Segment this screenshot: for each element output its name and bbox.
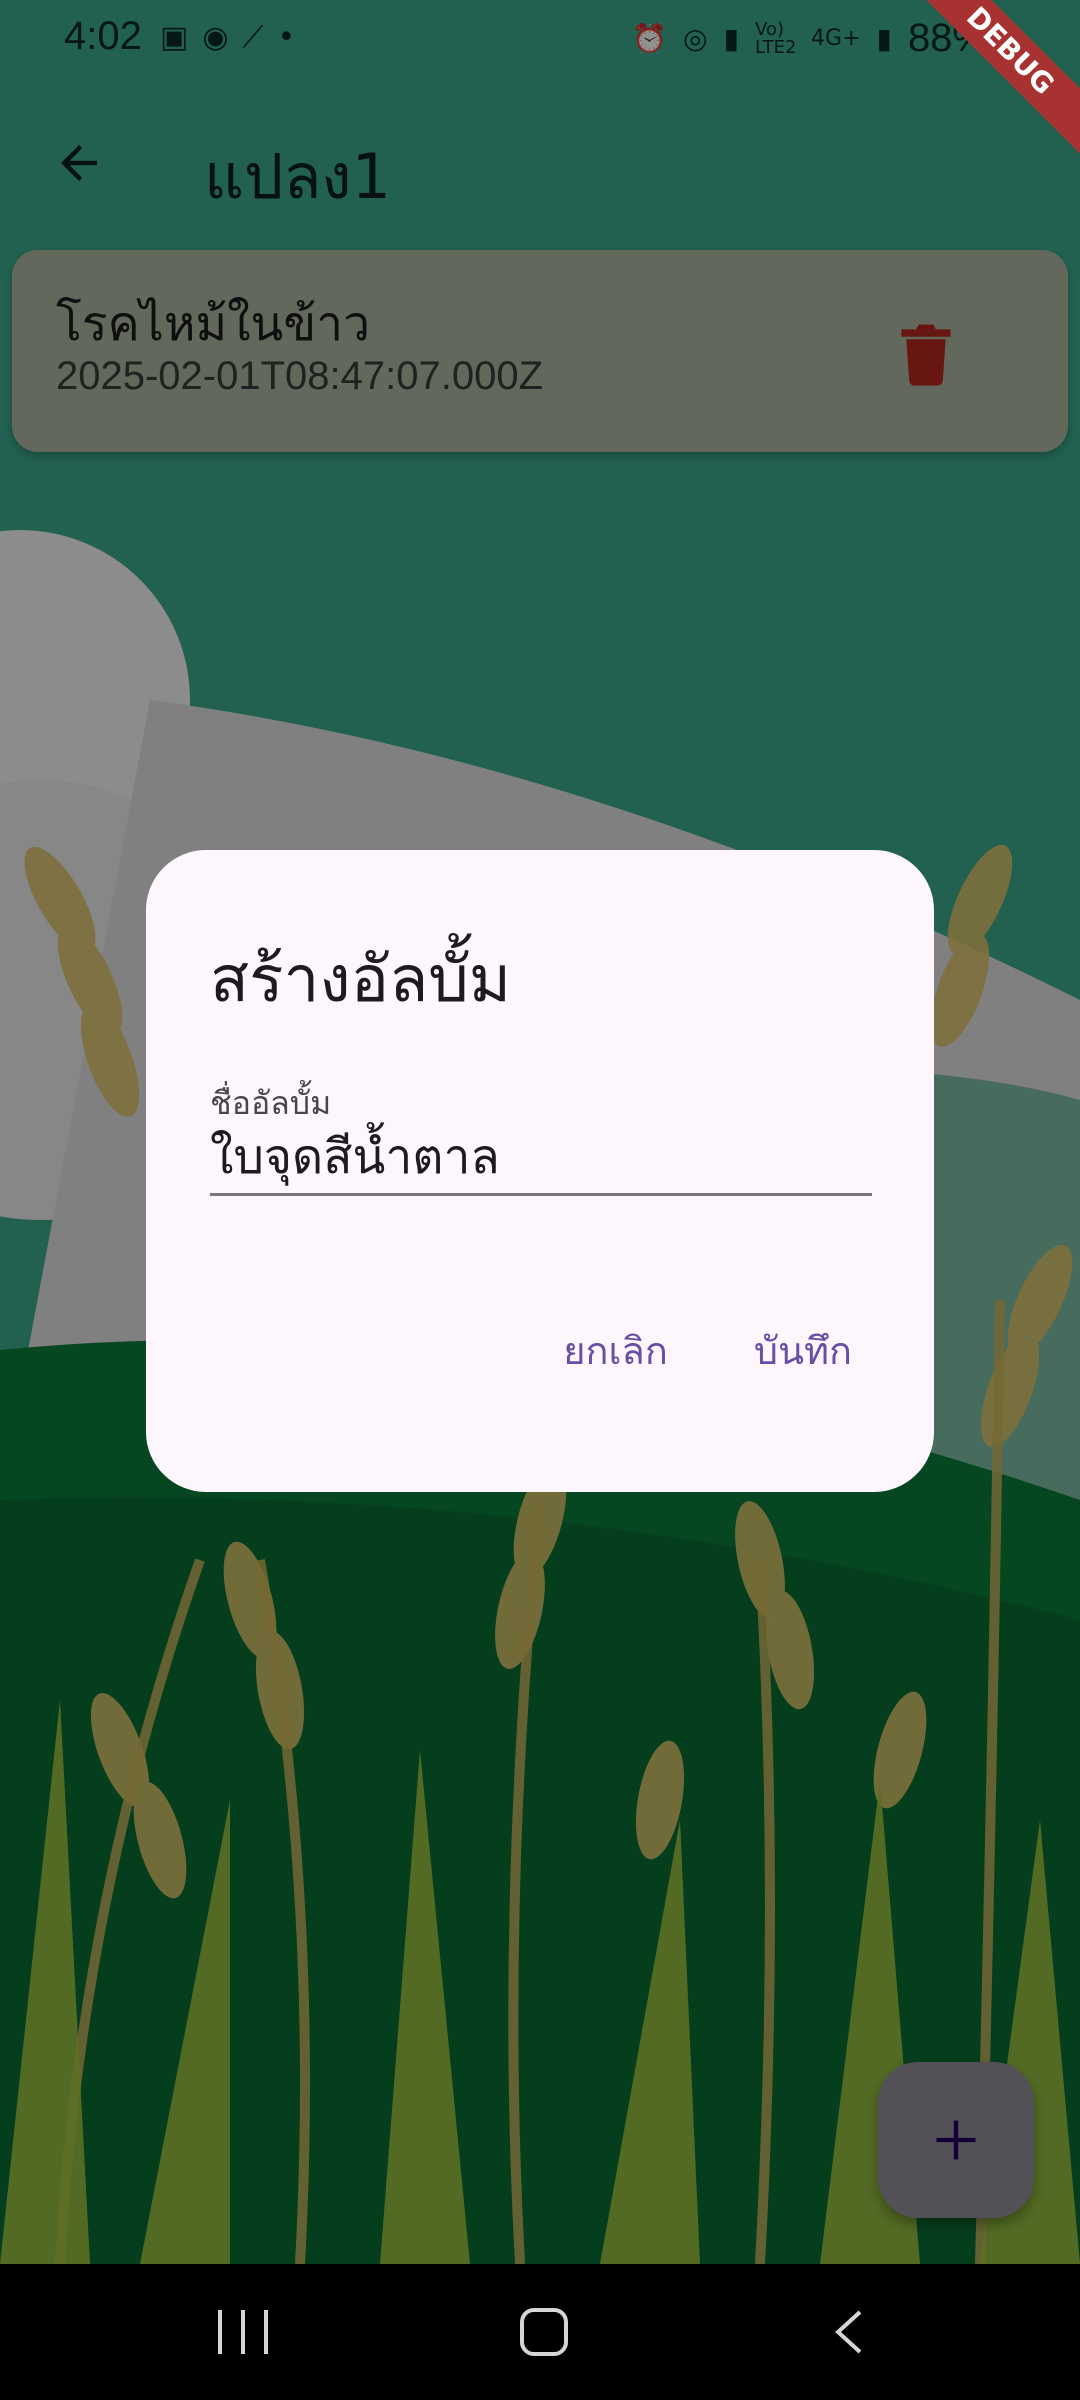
dialog-actions: ยกเลิก บันทึก	[563, 1320, 852, 1381]
chevron-left-icon	[835, 2310, 862, 2354]
recent-apps-button[interactable]	[218, 2310, 268, 2354]
recent-apps-icon-bar	[264, 2310, 268, 2354]
system-nav-bar	[0, 2264, 1080, 2400]
nav-back-button[interactable]	[830, 2308, 866, 2356]
dialog-title: สร้างอัลบั้ม	[210, 943, 512, 1017]
save-button[interactable]: บันทึก	[754, 1320, 852, 1381]
album-name-input[interactable]	[210, 1120, 872, 1196]
app-screen: 4:02 ▣ ◉ ⟋ • ⏰ ◎ ▮ Vo) LTE2 4G+ ▮ 88% แป…	[0, 0, 1080, 2264]
recent-apps-icon-bar	[241, 2310, 245, 2354]
create-album-dialog: สร้างอัลบั้ม ชื่ออัลบั้ม ยกเลิก บันทึก	[146, 850, 934, 1492]
recent-apps-icon	[218, 2310, 222, 2354]
cancel-button[interactable]: ยกเลิก	[563, 1320, 668, 1381]
home-button[interactable]	[520, 2308, 568, 2356]
